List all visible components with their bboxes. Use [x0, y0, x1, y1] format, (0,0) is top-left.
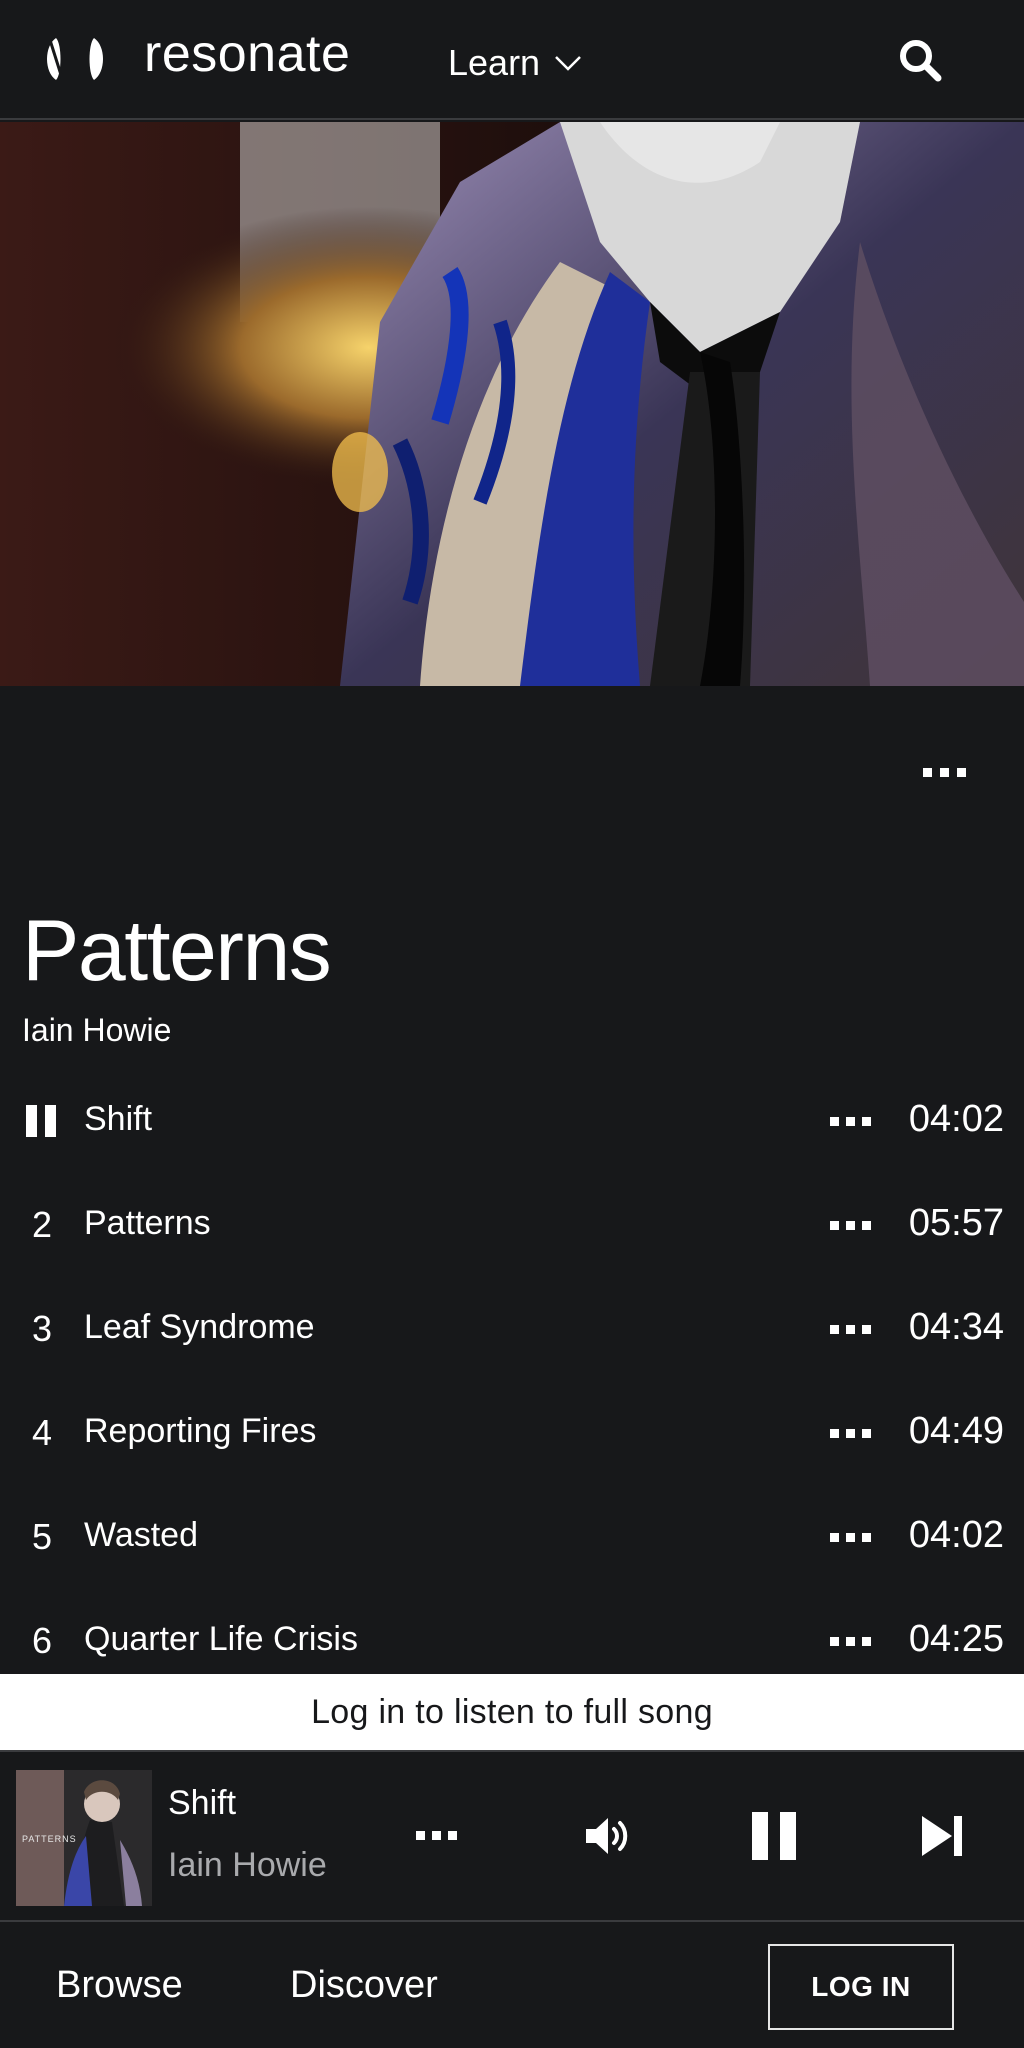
- player-album-art[interactable]: PATTERNS: [16, 1770, 152, 1906]
- track-number: 6: [31, 1620, 53, 1661]
- nav-browse-link[interactable]: Browse: [56, 1964, 183, 2007]
- track-number: 2: [31, 1204, 53, 1245]
- track-more-button[interactable]: [830, 1210, 880, 1240]
- track-row[interactable]: 2 Patterns 05:57: [0, 1172, 1024, 1276]
- learn-menu[interactable]: Learn: [448, 38, 582, 88]
- album-more-button[interactable]: [912, 752, 976, 792]
- player-art-text: PATTERNS: [22, 1834, 77, 1844]
- player-artist[interactable]: Iain Howie: [168, 1846, 327, 1885]
- track-row[interactable]: 5 Wasted 04:02: [0, 1484, 1024, 1588]
- album-artist[interactable]: Iain Howie: [22, 1012, 171, 1049]
- volume-icon[interactable]: [582, 1812, 630, 1860]
- track-more-button[interactable]: [830, 1418, 880, 1448]
- learn-label: Learn: [448, 42, 541, 83]
- pause-icon[interactable]: [26, 1105, 58, 1137]
- track-more-button[interactable]: [830, 1106, 880, 1136]
- player-track-title[interactable]: Shift: [168, 1784, 236, 1823]
- search-icon[interactable]: [896, 36, 944, 84]
- player-bar: PATTERNS Shift Iain Howie: [0, 1754, 1024, 1922]
- track-row[interactable]: 3 Leaf Syndrome 04:34: [0, 1276, 1024, 1380]
- track-title: Shift: [84, 1100, 153, 1138]
- logo-text[interactable]: resonate: [144, 24, 350, 84]
- more-dot: [922, 767, 932, 777]
- track-more-button[interactable]: [830, 1626, 880, 1656]
- track-more-button[interactable]: [830, 1314, 880, 1344]
- track-duration: 04:34: [908, 1306, 1004, 1348]
- track-title: Quarter Life Crisis: [84, 1620, 358, 1658]
- track-more-button[interactable]: [830, 1522, 880, 1552]
- track-title: Patterns: [84, 1204, 211, 1242]
- nav-discover-link[interactable]: Discover: [290, 1964, 438, 2007]
- track-number: 5: [31, 1516, 53, 1557]
- pause-icon[interactable]: [750, 1810, 798, 1862]
- tracklist: Shift 04:02 2 Patterns 05:57 3 Leaf Synd…: [0, 1068, 1024, 1692]
- track-duration: 04:25: [908, 1618, 1004, 1660]
- track-duration: 04:02: [908, 1098, 1004, 1140]
- track-duration: 04:49: [908, 1410, 1004, 1452]
- more-dot: [956, 767, 966, 777]
- track-duration: 05:57: [908, 1202, 1004, 1244]
- track-title: Reporting Fires: [84, 1412, 317, 1450]
- resonate-logo-icon[interactable]: [40, 36, 110, 82]
- album-cover-art: [0, 122, 1024, 686]
- login-button[interactable]: LOG IN: [768, 1944, 954, 2030]
- album-title: Patterns: [22, 903, 332, 999]
- track-duration: 04:02: [908, 1514, 1004, 1556]
- top-header: resonate Learn: [0, 0, 1024, 120]
- track-title: Wasted: [84, 1516, 199, 1554]
- skip-next-icon[interactable]: [918, 1812, 966, 1860]
- track-row[interactable]: Shift 04:02: [0, 1068, 1024, 1172]
- more-dot: [939, 767, 949, 777]
- track-number: 4: [31, 1412, 53, 1453]
- track-title: Leaf Syndrome: [84, 1308, 315, 1346]
- track-number: 3: [31, 1308, 53, 1349]
- track-row[interactable]: 4 Reporting Fires 04:49: [0, 1380, 1024, 1484]
- bottom-nav: Browse Discover LOG IN: [0, 1924, 1024, 2048]
- login-to-listen-banner[interactable]: Log in to listen to full song: [0, 1674, 1024, 1752]
- player-more-button[interactable]: [416, 1820, 466, 1850]
- chevron-down-icon: [555, 56, 581, 71]
